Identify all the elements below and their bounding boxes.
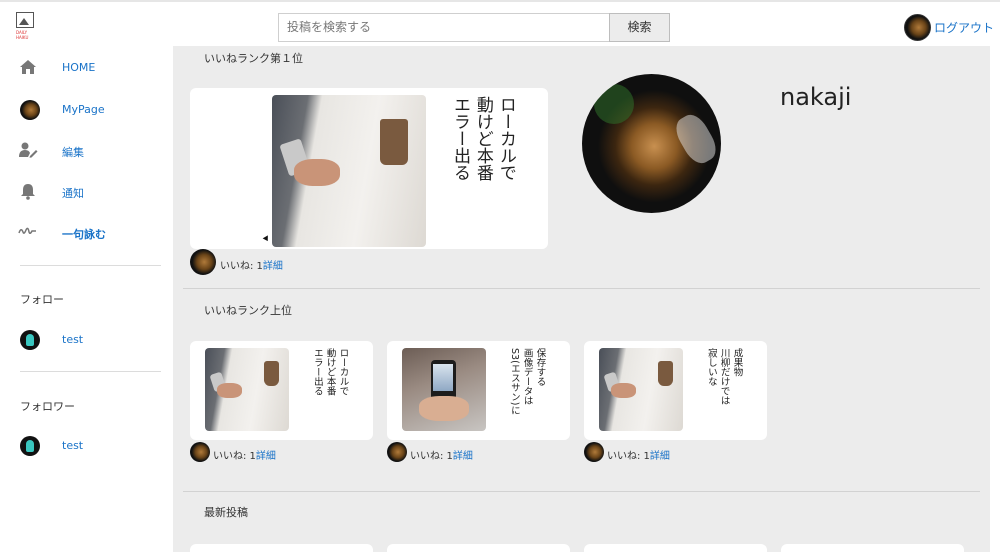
search-button[interactable]: 検索 (609, 13, 670, 42)
post-image (205, 348, 289, 431)
like-count: いいね: 1 (220, 261, 263, 272)
sidebar-item-compose[interactable]: 一句詠む (0, 218, 173, 248)
sidebar-item-label: 一句詠む (62, 228, 106, 241)
post-image (402, 348, 486, 431)
sidebar-item-label: 通知 (62, 187, 84, 200)
sidebar-item-edit[interactable]: 編集 (0, 136, 173, 166)
header-avatar[interactable] (904, 14, 931, 41)
sidebar-item-mypage[interactable]: MyPage (0, 95, 173, 125)
latest-post-card[interactable] (584, 544, 767, 552)
signature-icon (18, 224, 38, 242)
sidebar-item-label: HOME (62, 61, 96, 74)
top-section-title: いいねランク上位 (204, 304, 292, 317)
sidebar-item-label: MyPage (62, 103, 105, 116)
top-post-card[interactable]: 保存する 画像データは S3(エスサン)に (387, 341, 570, 440)
avatar[interactable] (584, 442, 604, 462)
post-image (272, 95, 426, 247)
top-post-card[interactable]: 成果物 川柳だけでは 寂しいな (584, 341, 767, 440)
sidebar-divider (20, 265, 161, 266)
detail-link[interactable]: 詳細 (650, 451, 670, 462)
main-content: いいねランク第１位 ローカルで 動けど本番 エラー出る いいね: 1詳細 nak… (173, 46, 990, 552)
home-icon (18, 59, 38, 77)
avatar (20, 436, 40, 456)
rank1-post-card[interactable]: ローカルで 動けど本番 エラー出る (190, 88, 548, 249)
rank1-section-title: いいねランク第１位 (204, 52, 303, 65)
post-haiku-text: ローカルで 動けど本番 エラー出る (311, 348, 349, 396)
sidebar-item-label: 編集 (62, 146, 84, 159)
logout-link[interactable]: ログアウト (934, 19, 994, 36)
latest-section-title: 最新投稿 (204, 506, 248, 519)
top-header: DAILY HAIKU 投稿を検索する 検索 ログアウト (0, 0, 1000, 46)
like-count: いいね: 1 (410, 451, 453, 462)
follow-user-item[interactable]: test (0, 325, 173, 355)
follower-user-name: test (62, 439, 84, 452)
post-haiku-text: 成果物 川柳だけでは 寂しいな (705, 348, 743, 405)
sidebar-item-home[interactable]: HOME (0, 53, 173, 83)
detail-link[interactable]: 詳細 (453, 451, 473, 462)
follower-user-item[interactable]: test (0, 431, 173, 461)
search-input[interactable]: 投稿を検索する (278, 13, 610, 42)
avatar[interactable] (190, 442, 210, 462)
follow-heading: フォロー (20, 293, 64, 306)
detail-link[interactable]: 詳細 (256, 451, 276, 462)
logo-image-icon (16, 12, 34, 28)
sidebar-divider (20, 371, 161, 372)
logo-text: DAILY HAIKU (16, 30, 29, 40)
latest-post-card[interactable] (387, 544, 570, 552)
avatar (20, 100, 40, 120)
latest-post-card[interactable] (781, 544, 964, 552)
post-haiku-text: ローカルで 動けど本番 エラー出る (449, 96, 516, 181)
avatar[interactable] (190, 249, 216, 275)
profile-name: nakaji (780, 83, 852, 111)
detail-link[interactable]: 詳細 (263, 261, 283, 272)
follow-user-name: test (62, 333, 84, 346)
app-logo[interactable]: DAILY HAIKU (16, 12, 36, 40)
sidebar-item-notifications[interactable]: 通知 (0, 177, 173, 207)
bell-icon (18, 183, 38, 201)
user-edit-icon (18, 142, 38, 160)
like-count: いいね: 1 (213, 451, 256, 462)
avatar[interactable] (387, 442, 407, 462)
profile-avatar[interactable] (582, 74, 721, 213)
post-haiku-text: 保存する 画像データは S3(エスサン)に (508, 348, 546, 415)
latest-post-card[interactable] (190, 544, 373, 552)
like-count: いいね: 1 (607, 451, 650, 462)
sidebar: HOME MyPage 編集 通知 一句詠む フォロー test フォロワー t… (0, 46, 173, 552)
post-image (599, 348, 683, 431)
section-divider (183, 288, 980, 289)
follower-heading: フォロワー (20, 400, 75, 413)
section-divider (183, 491, 980, 492)
avatar (20, 330, 40, 350)
top-post-card[interactable]: ローカルで 動けど本番 エラー出る (190, 341, 373, 440)
